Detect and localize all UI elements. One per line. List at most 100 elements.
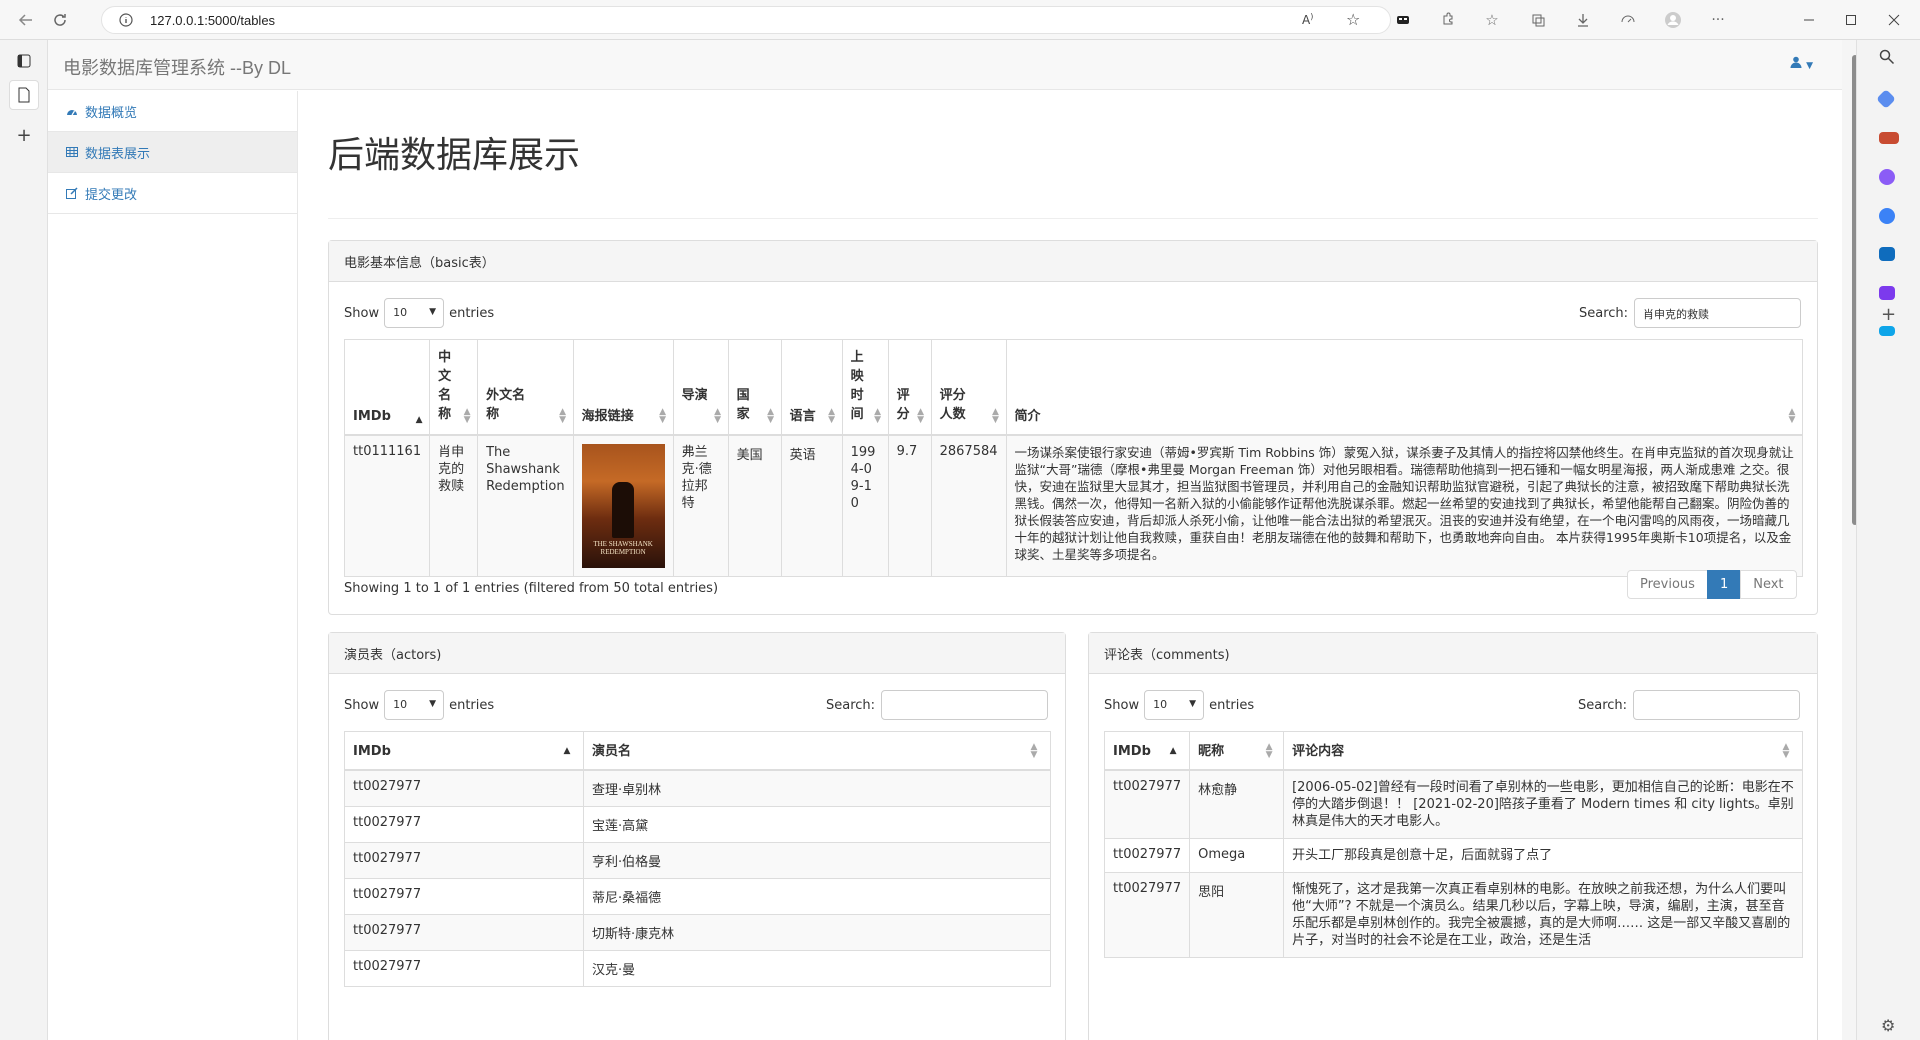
user-icon: [1790, 56, 1806, 72]
brand-title[interactable]: 电影数据库管理系统 --By DL: [63, 54, 291, 80]
games-icon[interactable]: [1879, 169, 1895, 185]
cell-imdb: tt0027977: [1103, 838, 1191, 873]
browser-right-rail: + ⚙: [1856, 40, 1920, 1040]
sort-icon: ▲ ▼: [1788, 407, 1796, 425]
show-label: Show: [344, 697, 380, 713]
sidebar-item-tables[interactable]: 数据表展示: [48, 132, 297, 173]
performance-icon[interactable]: [1614, 6, 1642, 34]
col-votes[interactable]: 评分人数 ▲ ▼: [930, 339, 1007, 436]
tag-icon[interactable]: [1876, 89, 1896, 109]
cell-cn-name: 肖申克的救赎: [429, 434, 479, 577]
briefcase-icon[interactable]: [1879, 132, 1899, 144]
col-imdb[interactable]: IMDb ▲: [343, 339, 431, 436]
panel-heading: 演员表（actors): [329, 633, 1065, 674]
back-icon[interactable]: [12, 6, 40, 34]
cell-comment: 开头工厂那段真是创意十足，后面就弱了点了: [1283, 838, 1803, 873]
col-cn-name[interactable]: 中文名称 ▲ ▼: [429, 339, 479, 436]
col-poster[interactable]: 海报链接 ▲ ▼: [572, 339, 674, 436]
previous-button[interactable]: Previous: [1627, 570, 1708, 599]
sidebar-item-edit[interactable]: 提交更改: [48, 173, 297, 214]
copilot-icon[interactable]: [1879, 208, 1895, 224]
search-input[interactable]: 肖申克的救赎: [1634, 298, 1802, 328]
info-icon[interactable]: [118, 12, 134, 32]
close-icon[interactable]: [1880, 6, 1908, 34]
profile-icon[interactable]: [1659, 6, 1687, 34]
collections-icon[interactable]: [1524, 6, 1552, 34]
col-country[interactable]: 国家 ▲ ▼: [727, 339, 782, 436]
poster-image[interactable]: THE SHAWSHANK REDEMPTION: [581, 444, 665, 568]
sort-icon: ▲ ▼: [714, 407, 722, 425]
column-label: 导演: [681, 388, 708, 403]
maximize-icon[interactable]: [1837, 6, 1865, 34]
extension-icon[interactable]: [1389, 6, 1417, 34]
pagination: Previous 1 Next: [1627, 570, 1797, 599]
top-navbar: 电影数据库管理系统 --By DL ▼: [48, 40, 1842, 90]
cell-imdb: tt0027977: [344, 769, 584, 807]
page-1-button[interactable]: 1: [1706, 570, 1742, 599]
puzzle-icon[interactable]: [1434, 6, 1462, 34]
sort-icon: ▲ ▼: [1265, 742, 1273, 760]
tab-actions-icon[interactable]: [9, 46, 39, 76]
send-icon[interactable]: [1879, 326, 1895, 336]
cell-nickname: 林愈静: [1189, 769, 1285, 839]
col-actor-name[interactable]: 演员名 ▲ ▼: [583, 731, 1051, 771]
col-nickname[interactable]: 昵称 ▲ ▼: [1189, 731, 1285, 771]
col-rating[interactable]: 评分 ▲ ▼: [887, 339, 932, 436]
search-input[interactable]: [881, 690, 1049, 720]
cell-poster: THE SHAWSHANK REDEMPTION: [572, 434, 674, 577]
outlook-icon[interactable]: [1879, 247, 1895, 261]
panel-heading: 评论表（comments): [1089, 633, 1817, 674]
page-length-select[interactable]: 10 ▼: [384, 298, 445, 328]
cell-release-date: 1994-09-10: [841, 434, 889, 577]
refresh-icon[interactable]: [46, 6, 74, 34]
minimize-icon[interactable]: [1795, 6, 1823, 34]
sidebar-item-label: 数据概览: [85, 105, 138, 121]
show-label: Show: [1104, 697, 1140, 713]
search-icon[interactable]: [1879, 49, 1899, 69]
col-comment[interactable]: 评论内容 ▲ ▼: [1283, 731, 1803, 771]
add-icon[interactable]: +: [1881, 302, 1896, 325]
column-label: 上映时间: [850, 350, 864, 422]
col-director[interactable]: 导演 ▲ ▼: [672, 339, 729, 436]
cell-imdb: tt0027977: [344, 878, 584, 915]
table-row: tt0027977 Omega 开头工厂那段真是创意十足，后面就弱了点了: [1103, 838, 1803, 873]
sort-icon: ▲ ▼: [463, 407, 471, 425]
page-length-select[interactable]: 10 ▼: [1144, 690, 1205, 720]
user-menu-toggle[interactable]: ▼: [1790, 56, 1813, 72]
read-aloud-icon[interactable]: A): [1302, 12, 1313, 27]
favorites-icon[interactable]: ☆: [1478, 6, 1506, 34]
cell-summary: 一场谋杀案使银行家安迪（蒂姆•罗宾斯 Tim Robbins 饰）蒙冤入狱，谋杀…: [1005, 434, 1804, 577]
url-text[interactable]: 127.0.0.1:5000/tables: [150, 13, 275, 28]
col-language[interactable]: 语言 ▲ ▼: [780, 339, 843, 436]
address-bar[interactable]: 127.0.0.1:5000/tables A) ☆: [101, 6, 1391, 34]
cell-imdb: tt0027977: [344, 950, 584, 987]
designer-icon[interactable]: [1879, 286, 1895, 300]
new-tab-icon[interactable]: +: [9, 120, 39, 150]
next-button[interactable]: Next: [1740, 570, 1797, 599]
cell-actor: 汉克·曼: [583, 950, 1051, 987]
column-label: 简介: [1014, 409, 1041, 424]
favorite-star-icon[interactable]: ☆: [1346, 10, 1360, 29]
search-input[interactable]: [1633, 690, 1801, 720]
download-icon[interactable]: [1569, 6, 1597, 34]
page-length-value: 10: [393, 306, 408, 319]
col-imdb[interactable]: IMDb ▲: [1103, 731, 1191, 771]
table-row: tt0027977 汉克·曼: [344, 950, 1051, 987]
table-row: tt0027977 蒂尼·桑福德: [344, 878, 1051, 915]
cell-nickname: Omega: [1189, 838, 1285, 873]
column-label: 评分: [896, 388, 910, 422]
sidebar-item-dashboard[interactable]: 数据概览: [48, 91, 297, 132]
col-imdb[interactable]: IMDb ▲: [344, 731, 584, 771]
cell-actor: 蒂尼·桑福德: [583, 878, 1051, 915]
col-release-date[interactable]: 上映时间 ▲ ▼: [841, 339, 889, 436]
settings-icon[interactable]: ⚙: [1881, 1016, 1895, 1035]
basic-table-panel: 电影基本信息（basic表） Show 10 ▼ entries Search: …: [328, 240, 1818, 615]
more-icon[interactable]: ···: [1704, 6, 1732, 34]
page-length-select[interactable]: 10 ▼: [384, 690, 445, 720]
page-tab-icon[interactable]: [9, 80, 39, 110]
col-en-name[interactable]: 外文名称 ▲ ▼: [477, 339, 574, 436]
sort-icon: ▲ ▼: [992, 407, 999, 425]
col-summary[interactable]: 简介 ▲ ▼: [1005, 339, 1804, 436]
cell-rating: 9.7: [887, 434, 932, 577]
poster-title: THE SHAWSHANK REDEMPTION: [593, 540, 653, 556]
